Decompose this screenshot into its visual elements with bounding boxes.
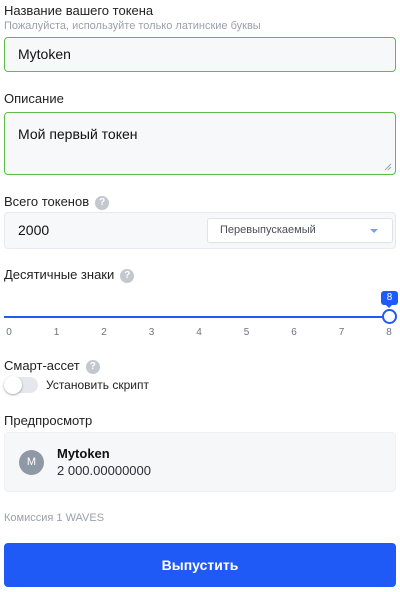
resize-grip-icon[interactable]	[384, 163, 392, 171]
token-name-label: Название вашего токена	[4, 3, 154, 18]
slider-tick-label: 7	[338, 327, 345, 338]
slider-value-bubble: 8	[381, 291, 398, 308]
smart-asset-label: Смарт-ассет	[4, 358, 80, 373]
total-tokens-value[interactable]: 2000	[18, 213, 49, 248]
decimals-slider-handle[interactable]	[382, 309, 397, 324]
question-icon[interactable]: ?	[95, 195, 110, 210]
slider-tick-label: 8	[386, 327, 392, 338]
smart-asset-label-row: Смарт-ассет?	[4, 358, 100, 374]
chevron-down-icon	[370, 229, 378, 233]
reissuable-select[interactable]: Перевыпускаемый	[207, 218, 393, 243]
description-text: Мой первый токен	[18, 126, 138, 142]
total-tokens-field[interactable]: 2000 Перевыпускаемый	[4, 212, 396, 249]
question-icon[interactable]: ?	[120, 268, 135, 283]
smart-asset-toggle-label: Установить скрипт	[46, 378, 149, 392]
slider-tick-label: 1	[53, 327, 60, 338]
slider-tick-label: 3	[148, 327, 155, 338]
question-icon[interactable]: ?	[85, 359, 100, 374]
preview-card: M Mytoken 2 000.00000000	[4, 432, 396, 492]
token-name-hint: Пожалуйста, используйте только латинские…	[4, 20, 261, 32]
issue-button[interactable]: Выпустить	[4, 543, 396, 587]
preview-token-name: Mytoken	[57, 446, 110, 461]
token-name-input[interactable]: Mytoken	[4, 37, 396, 72]
avatar: M	[19, 450, 44, 475]
slider-tick-label: 6	[291, 327, 297, 338]
preview-token-amount: 2 000.00000000	[57, 463, 151, 478]
slider-tick-label: 0	[6, 327, 12, 338]
decimals-label-row: Десятичные знаки?	[4, 267, 135, 283]
slider-tick-label: 2	[101, 327, 107, 338]
slider-tick-label: 5	[243, 327, 250, 338]
smart-asset-toggle[interactable]	[4, 376, 38, 394]
decimals-slider-track[interactable]	[4, 316, 390, 318]
total-tokens-label-row: Всего токенов?	[4, 194, 110, 210]
toggle-knob	[4, 376, 22, 394]
slider-tick-label: 4	[196, 327, 202, 338]
total-tokens-label: Всего токенов	[4, 194, 90, 209]
decimals-label: Десятичные знаки	[4, 267, 115, 282]
preview-label: Предпросмотр	[4, 413, 93, 428]
description-label: Описание	[4, 91, 64, 106]
reissuable-select-value: Перевыпускаемый	[220, 224, 316, 236]
fee-text: Комиссия 1 WAVES	[4, 512, 105, 524]
description-textarea[interactable]: Мой первый токен	[4, 112, 396, 175]
